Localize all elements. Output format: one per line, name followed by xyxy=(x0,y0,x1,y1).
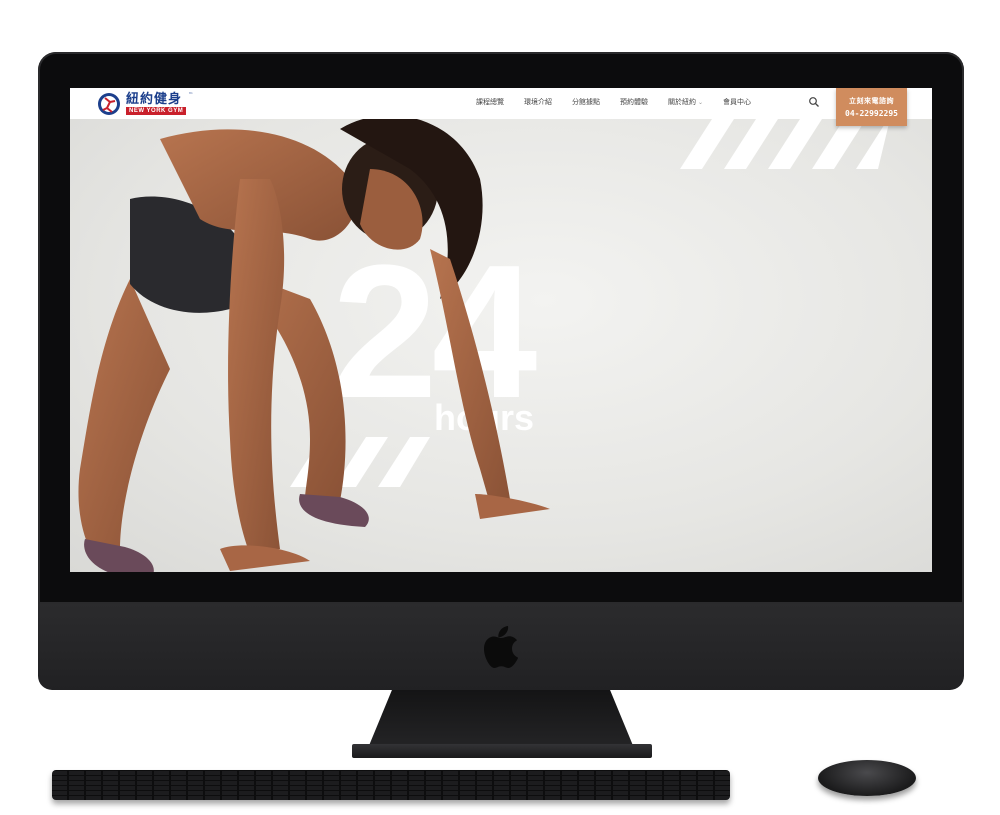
monitor-stand-foot xyxy=(352,744,652,758)
runner-logo-icon xyxy=(98,93,120,115)
trademark-symbol: ™ xyxy=(188,92,194,98)
nav-item-courses[interactable]: 課程總覽 xyxy=(476,97,504,107)
stripes-decoration xyxy=(680,119,890,169)
chevron-down-icon: ⌄ xyxy=(698,99,704,106)
nav-item-booking[interactable]: 預約體驗 xyxy=(620,97,648,107)
nav-item-environment[interactable]: 環境介紹 xyxy=(524,97,552,107)
brand-logo[interactable]: 紐約健身 NEW YORK GYM ™ xyxy=(96,92,193,116)
brand-name-en: NEW YORK GYM xyxy=(126,107,187,115)
keyboard xyxy=(52,770,730,800)
nav-item-branches[interactable]: 分館據點 xyxy=(572,97,600,107)
nav-item-about-label: 關於紐約 xyxy=(668,98,696,106)
apple-logo-icon xyxy=(484,626,518,668)
mouse xyxy=(818,760,916,796)
call-now-button[interactable]: 立刻來電諮詢 04-22992295 xyxy=(836,88,907,126)
nav-item-member[interactable]: 會員中心 xyxy=(723,97,751,107)
monitor-stand xyxy=(368,690,634,748)
search-icon[interactable] xyxy=(808,96,820,108)
call-now-label: 立刻來電諮詢 xyxy=(849,97,894,105)
athlete-image xyxy=(78,115,550,572)
hero-banner: 24 hours xyxy=(70,115,932,572)
screen: 24 hours xyxy=(70,88,932,572)
top-navbar: 紐約健身 NEW YORK GYM ™ 課程總覽 環境介紹 分館據點 預約體驗 … xyxy=(70,88,932,126)
main-menu: 課程總覽 環境介紹 分館據點 預約體驗 關於紐約 ⌄ 會員中心 xyxy=(476,97,771,107)
call-now-phone: 04-22992295 xyxy=(845,109,898,118)
nav-item-about[interactable]: 關於紐約 ⌄ xyxy=(668,97,703,107)
brand-name-cn: 紐約健身 xyxy=(126,92,183,107)
